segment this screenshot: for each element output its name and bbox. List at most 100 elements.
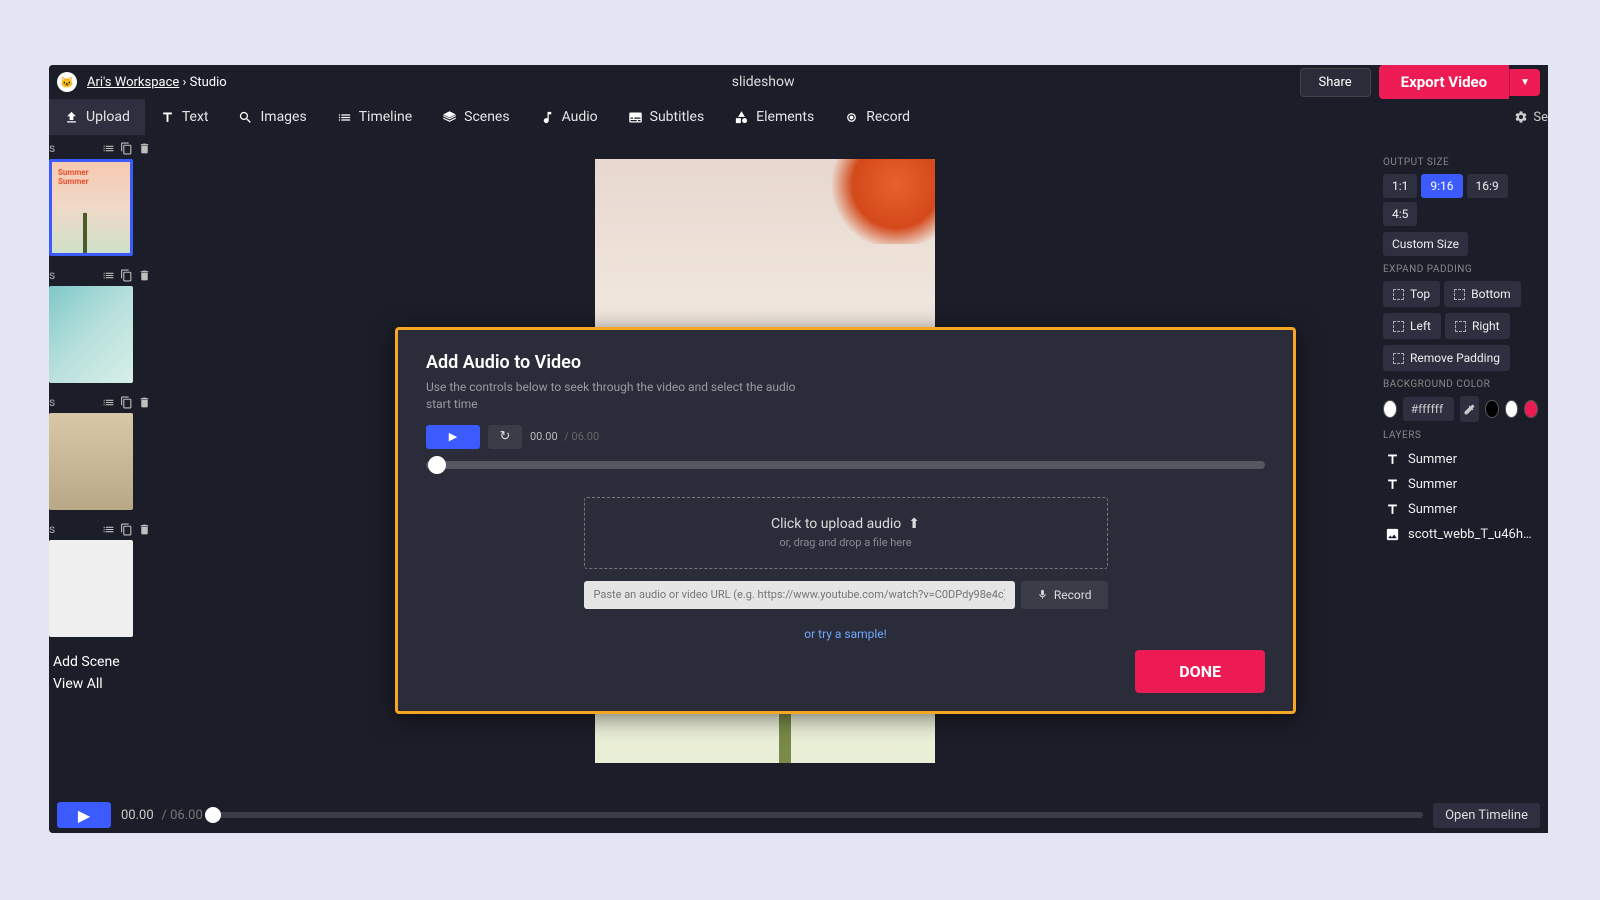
pad-left[interactable]: Left [1383, 313, 1441, 339]
modal-seek-track[interactable] [426, 461, 1265, 469]
timeline-icon [337, 110, 352, 125]
text-label: Text [182, 109, 209, 125]
reorder-icon[interactable] [102, 523, 115, 536]
layer-item[interactable]: scott_webb_T_u46h… [1383, 522, 1538, 547]
scene-duration: s [49, 522, 55, 536]
scenes-panel: s SummerSummer s [49, 135, 157, 727]
layer-label: Summer [1408, 477, 1457, 492]
reorder-icon[interactable] [102, 396, 115, 409]
eyedropper-button[interactable] [1460, 396, 1479, 422]
scene-1[interactable]: s SummerSummer [49, 139, 151, 256]
ratio-4-5[interactable]: 4:5 [1383, 202, 1417, 226]
export-button[interactable]: Export Video [1379, 65, 1509, 99]
modal-seek-knob[interactable] [428, 456, 446, 474]
copy-icon[interactable] [120, 523, 133, 536]
trash-icon[interactable] [138, 269, 151, 282]
pad-right[interactable]: Right [1445, 313, 1510, 339]
settings-tool[interactable]: Se [1514, 110, 1548, 125]
gear-icon [1514, 110, 1528, 124]
scene-thumb-1[interactable]: SummerSummer [49, 159, 133, 256]
record-audio-button[interactable]: Record [1021, 581, 1108, 609]
upload-dropzone[interactable]: Click to upload audio ⬆ or, drag and dro… [584, 497, 1108, 569]
time-sep: / [161, 808, 166, 823]
subtitles-tool[interactable]: Subtitles [613, 99, 720, 135]
play-button[interactable]: ▶ [57, 802, 111, 828]
timeline-tool[interactable]: Timeline [322, 99, 427, 135]
scene-duration: s [49, 268, 55, 282]
ratio-1-1[interactable]: 1:1 [1383, 174, 1417, 198]
ratio-16-9[interactable]: 16:9 [1467, 174, 1508, 198]
scenes-icon [442, 110, 457, 125]
pad-top[interactable]: Top [1383, 281, 1440, 307]
remove-padding[interactable]: Remove Padding [1383, 345, 1510, 371]
images-label: Images [260, 109, 306, 125]
dropzone-main-text: Click to upload audio ⬆ [771, 516, 920, 532]
modal-time-sep: / [564, 430, 569, 443]
export-dropdown[interactable]: ▼ [1509, 69, 1540, 96]
record-tool[interactable]: Record [829, 99, 925, 135]
open-timeline-button[interactable]: Open Timeline [1433, 803, 1540, 828]
subtitles-label: Subtitles [650, 109, 705, 125]
done-button[interactable]: DONE [1135, 650, 1265, 693]
scene-3[interactable]: s [49, 393, 151, 510]
dropzone-sub-text: or, drag and drop a file here [779, 536, 911, 549]
timeline-label: Timeline [359, 109, 412, 125]
modal-restart-button[interactable]: ↻ [488, 425, 522, 449]
square-icon [1393, 289, 1404, 300]
reorder-icon[interactable] [102, 269, 115, 282]
elements-tool[interactable]: Elements [719, 99, 829, 135]
audio-tool[interactable]: Audio [525, 99, 613, 135]
trash-icon[interactable] [138, 142, 151, 155]
scenes-tool[interactable]: Scenes [427, 99, 524, 135]
square-icon [1454, 289, 1465, 300]
scene-thumb-4[interactable] [49, 540, 133, 637]
toolbar: Upload Text Images Timeline Scenes Audio… [49, 99, 1548, 135]
trash-icon[interactable] [138, 523, 151, 536]
layer-item[interactable]: Summer [1383, 472, 1538, 497]
try-sample-link[interactable]: or try a sample! [426, 627, 1265, 641]
scene-thumb-2[interactable] [49, 286, 133, 383]
topbar: 🐱 Ari's Workspace › Studio slideshow Sha… [49, 65, 1548, 99]
properties-panel: OUTPUT SIZE 1:1 9:16 16:9 4:5 Custom Siz… [1373, 135, 1548, 727]
timeline-playhead[interactable] [205, 807, 221, 823]
reorder-icon[interactable] [102, 142, 115, 155]
modal-play-button[interactable]: ▶ [426, 425, 480, 449]
copy-icon[interactable] [120, 142, 133, 155]
hex-input[interactable]: #ffffff [1403, 397, 1454, 421]
app-logo[interactable]: 🐱 [57, 72, 77, 92]
ratio-9-16[interactable]: 9:16 [1421, 174, 1462, 198]
output-size-label: OUTPUT SIZE [1383, 157, 1538, 168]
modal-title: Add Audio to Video [426, 352, 1265, 373]
audio-url-input[interactable] [584, 581, 1015, 609]
text-tool[interactable]: Text [145, 99, 224, 135]
layer-item[interactable]: Summer [1383, 447, 1538, 472]
scene-2[interactable]: s [49, 266, 151, 383]
copy-icon[interactable] [120, 269, 133, 282]
upload-tool[interactable]: Upload [49, 99, 145, 135]
remove-padding-label: Remove Padding [1410, 351, 1500, 365]
images-tool[interactable]: Images [223, 99, 321, 135]
color-swatch-white[interactable] [1383, 400, 1397, 418]
share-button[interactable]: Share [1300, 68, 1371, 97]
color-swatch-black[interactable] [1485, 400, 1499, 418]
layer-item[interactable]: Summer [1383, 497, 1538, 522]
time-total: 06.00 [170, 808, 203, 823]
color-swatch-red[interactable] [1524, 400, 1538, 418]
project-title[interactable]: slideshow [227, 74, 1300, 90]
add-scene-button[interactable]: Add Scene [53, 651, 151, 673]
timeline-track[interactable] [213, 812, 1423, 818]
copy-icon[interactable] [120, 396, 133, 409]
time-display: 00.00 / 06.00 [121, 808, 203, 823]
scene-thumb-3[interactable] [49, 413, 133, 510]
upload-icon [64, 110, 79, 125]
color-swatch-white2[interactable] [1505, 400, 1519, 418]
pad-bottom[interactable]: Bottom [1444, 281, 1520, 307]
text-layer-icon [1385, 502, 1400, 517]
breadcrumb-sep: › [183, 75, 190, 90]
custom-size-button[interactable]: Custom Size [1383, 232, 1468, 256]
audio-label: Audio [562, 109, 598, 125]
trash-icon[interactable] [138, 396, 151, 409]
view-all-button[interactable]: View All [53, 673, 151, 695]
scene-4[interactable]: s [49, 520, 151, 637]
workspace-link[interactable]: Ari's Workspace [87, 75, 179, 90]
